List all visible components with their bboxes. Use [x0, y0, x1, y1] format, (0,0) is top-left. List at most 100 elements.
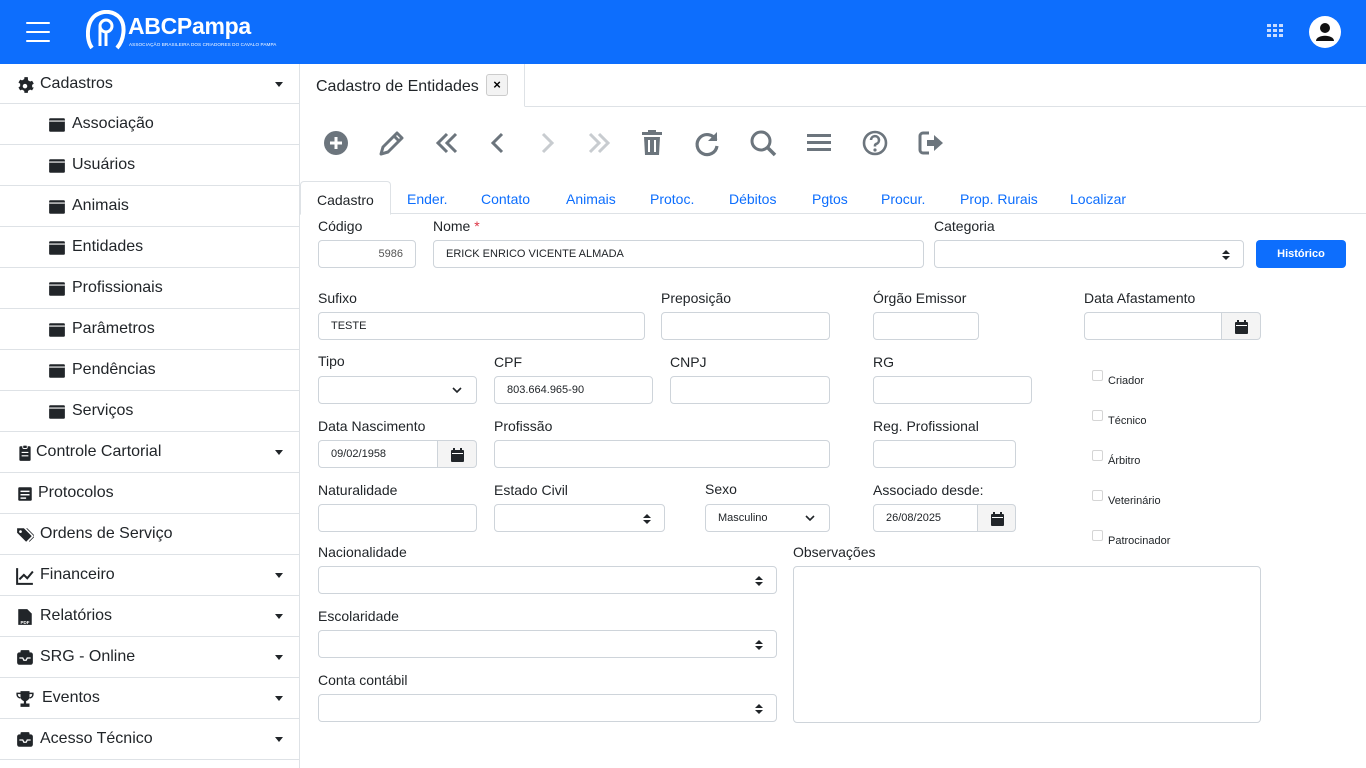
reg-profissional-field[interactable]: [873, 440, 1016, 468]
checkbox-box[interactable]: [1092, 370, 1103, 381]
sufixo-field[interactable]: TESTE: [318, 312, 645, 340]
add-icon[interactable]: [321, 128, 351, 158]
profissao-field[interactable]: [494, 440, 830, 468]
top-navbar: ABCPampa ASSOCIAÇÃO BRASILEIRA DOS CRIAD…: [0, 0, 1366, 64]
nacionalidade-select[interactable]: [318, 566, 777, 594]
sidebar-item-associacao[interactable]: Associação: [0, 104, 299, 145]
checkbox-label: Criador: [1108, 375, 1145, 387]
previous-icon[interactable]: [483, 128, 513, 158]
sidebar-item-controle-cartorial[interactable]: Controle Cartorial: [0, 432, 299, 473]
naturalidade-field[interactable]: [318, 504, 477, 532]
sidebar-item-entidades[interactable]: Entidades: [0, 227, 299, 268]
refresh-icon[interactable]: [692, 128, 722, 158]
sidebar-item-financeiro[interactable]: Financeiro: [0, 555, 299, 596]
sidebar-item-eventos[interactable]: Eventos: [0, 678, 299, 719]
data-afastamento-calendar-button[interactable]: [1222, 312, 1261, 340]
tab-procuradores[interactable]: Procur.: [881, 181, 925, 214]
sexo-select[interactable]: Masculino: [705, 504, 830, 532]
tab-animais[interactable]: Animais: [566, 181, 616, 214]
document-tab[interactable]: Cadastro de Entidades ×: [300, 64, 525, 107]
preposicao-field[interactable]: [661, 312, 830, 340]
tab-protocolos[interactable]: Protoc.: [650, 181, 694, 214]
tab-propriedades-rurais[interactable]: Prop. Rurais: [960, 181, 1038, 214]
checkbox-label: Técnico: [1108, 415, 1147, 427]
tab-endereco[interactable]: Ender.: [407, 181, 447, 214]
tab-pagamentos[interactable]: Pgtos: [812, 181, 848, 214]
sidebar-item-label: Ordens de Serviço: [40, 525, 173, 542]
associado-desde-calendar-button[interactable]: [978, 504, 1016, 532]
last-icon[interactable]: [584, 128, 614, 158]
historico-button[interactable]: Histórico: [1256, 240, 1346, 268]
sidebar-item-profissionais[interactable]: Profissionais: [0, 268, 299, 309]
sidebar-item-servicos[interactable]: Serviços: [0, 391, 299, 432]
folder-icon: [49, 118, 65, 132]
checkbox-label: Árbitro: [1108, 455, 1141, 467]
sidebar-item-parametros[interactable]: Parâmetros: [0, 309, 299, 350]
rg-field[interactable]: [873, 376, 1032, 404]
associado-desde-label: Associado desde:: [873, 482, 984, 498]
select-arrows-icon: [755, 576, 763, 586]
sidebar-item-animais[interactable]: Animais: [0, 186, 299, 227]
tab-localizar[interactable]: Localizar: [1070, 181, 1126, 214]
sidebar-item-relatorios[interactable]: PDF Relatórios: [0, 596, 299, 637]
tab-contato[interactable]: Contato: [481, 181, 530, 214]
calendar-icon: [451, 448, 464, 462]
conta-contabil-select[interactable]: [318, 694, 777, 722]
checkbox-box[interactable]: [1092, 490, 1103, 501]
tab-cadastro[interactable]: Cadastro: [300, 181, 391, 215]
exit-icon[interactable]: [916, 128, 946, 158]
help-icon[interactable]: [860, 128, 890, 158]
apps-grid-icon[interactable]: [1267, 24, 1283, 38]
app-logo[interactable]: ABCPampa ASSOCIAÇÃO BRASILEIRA DOS CRIAD…: [86, 10, 276, 56]
reg-profissional-label: Reg. Profissional: [873, 418, 979, 434]
sidebar-item-ordens-servico[interactable]: Ordens de Serviço: [0, 514, 299, 555]
sidebar-item-acesso-tecnico[interactable]: Acesso Técnico: [0, 719, 299, 760]
data-afastamento-field[interactable]: [1084, 312, 1222, 340]
caret-down-icon: [275, 82, 283, 87]
edit-icon[interactable]: [377, 128, 407, 158]
delete-icon[interactable]: [637, 128, 667, 158]
orgao-emissor-label: Órgão Emissor: [873, 290, 967, 306]
checkbox-label: Veterinário: [1108, 495, 1161, 507]
tipo-select[interactable]: [318, 376, 477, 404]
associado-desde-field[interactable]: 26/08/2025: [873, 504, 978, 532]
data-nascimento-label: Data Nascimento: [318, 418, 426, 434]
sidebar-item-label: Cadastros: [40, 75, 113, 92]
nome-field[interactable]: ERICK ENRICO VICENTE ALMADA: [433, 240, 924, 268]
data-nascimento-field[interactable]: 09/02/1958: [318, 440, 438, 468]
data-nascimento-calendar-button[interactable]: [438, 440, 477, 468]
menu-toggle-icon[interactable]: [26, 22, 50, 42]
checkbox-box[interactable]: [1092, 450, 1103, 461]
next-icon[interactable]: [532, 128, 562, 158]
close-tab-icon[interactable]: ×: [486, 74, 508, 96]
codigo-field[interactable]: 5986: [318, 240, 416, 268]
user-avatar-icon[interactable]: [1309, 16, 1341, 48]
observacoes-textarea[interactable]: [793, 566, 1261, 723]
sidebar-item-cadastros[interactable]: Cadastros: [0, 64, 299, 104]
checkbox-box[interactable]: [1092, 530, 1103, 541]
nome-label: Nome *: [433, 218, 480, 234]
svg-text:PDF: PDF: [21, 620, 30, 625]
checkbox-box[interactable]: [1092, 410, 1103, 421]
sidebar-item-pendencias[interactable]: Pendências: [0, 350, 299, 391]
first-icon[interactable]: [432, 128, 462, 158]
list-icon[interactable]: [804, 128, 834, 158]
conta-contabil-label: Conta contábil: [318, 672, 408, 688]
orgao-emissor-field[interactable]: [873, 312, 979, 340]
sidebar-item-label: SRG - Online: [40, 648, 136, 665]
folder-icon: [49, 282, 65, 296]
cnpj-field[interactable]: [670, 376, 830, 404]
search-icon[interactable]: [748, 128, 778, 158]
sidebar-item-protocolos[interactable]: Protocolos: [0, 473, 299, 514]
tab-debitos[interactable]: Débitos: [729, 181, 776, 214]
sidebar-item-srg-online[interactable]: SRG - Online: [0, 637, 299, 678]
document-icon: [18, 487, 32, 501]
sidebar-item-label: Serviços: [72, 402, 134, 419]
cpf-field[interactable]: 803.664.965-90: [494, 376, 653, 404]
sidebar-item-label: Entidades: [72, 238, 144, 255]
categoria-select[interactable]: [934, 240, 1244, 268]
escolaridade-select[interactable]: [318, 630, 777, 658]
sidebar-item-usuarios[interactable]: Usuários: [0, 145, 299, 186]
estado-civil-select[interactable]: [494, 504, 665, 532]
select-arrows-icon: [1222, 250, 1230, 260]
